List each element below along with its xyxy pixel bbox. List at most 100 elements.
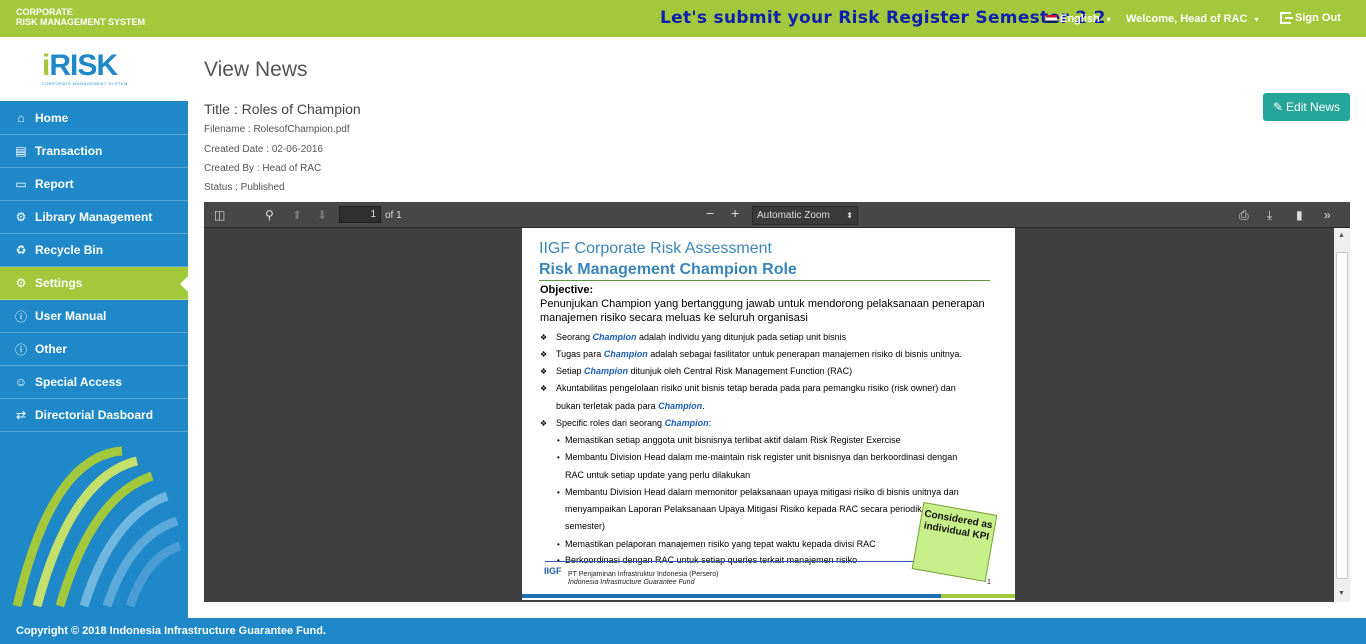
sidebar-item-label: Settings xyxy=(35,276,83,290)
logo-area: iRISK CORPORATE MANAGEMENT SYSTEM xyxy=(0,37,188,101)
sidebar-item-home[interactable]: ⌂ Home xyxy=(0,101,188,135)
sidebar-item-transaction[interactable]: ▤ Transaction xyxy=(0,135,188,168)
language-label: English xyxy=(1060,13,1100,25)
pdf-page: IIGF Corporate Risk Assessment Risk Mana… xyxy=(522,228,1015,600)
pdf-bullet-line: Seorang Champion adalah individu yang di… xyxy=(556,332,847,342)
pdf-heading-rule xyxy=(539,280,990,281)
sidebar-item-other[interactable]: ⓘ Other xyxy=(0,333,188,366)
sidebar-item-user-manual[interactable]: ⓘ User Manual xyxy=(0,300,188,333)
previous-page-icon[interactable]: ⬆ xyxy=(292,208,302,222)
book-icon: ▤ xyxy=(15,144,27,158)
pdf-vertical-scrollbar[interactable]: ▲ ▼ xyxy=(1334,228,1350,602)
pdf-bottom-bar xyxy=(522,594,1015,598)
pdf-bullet-line-continued: bukan terletak pada para Champion. xyxy=(556,401,705,411)
edit-news-label: Edit News xyxy=(1286,100,1341,114)
news-created-by: Created By : Head of RAC xyxy=(204,163,322,174)
logo-subtitle: CORPORATE MANAGEMENT SYSTEM xyxy=(42,81,128,86)
iigf-logo: IIGF xyxy=(544,566,562,576)
sidebar-item-label: Report xyxy=(35,177,74,191)
sidebar-item-label: Directorial Dasboard xyxy=(35,408,154,422)
recycle-icon: ♻ xyxy=(15,243,27,257)
pdf-page-number: 1 xyxy=(987,579,991,586)
diamond-bullet-icon: ❖ xyxy=(540,384,548,393)
download-icon[interactable]: ⤓ xyxy=(1267,208,1272,222)
sidebar-item-label: Transaction xyxy=(35,144,103,158)
pdf-sub-line: semester) xyxy=(565,521,606,531)
welcome-label: Welcome, Head of RAC xyxy=(1126,13,1248,25)
news-filename: Filename : RolesofChampion.pdf xyxy=(204,124,350,135)
brand-line-1: CORPORATE xyxy=(16,7,73,17)
gear-icon: ⚙ xyxy=(15,276,27,290)
print-icon[interactable]: ⎙ xyxy=(1239,208,1249,222)
sidebar-item-settings[interactable]: ⚙ Settings xyxy=(0,267,188,300)
pdf-toolbar: ◫ ⚲ ⬆ ⬇ 1 of 1 − + Automatic Zoom ⬍ ⎙ ⤓ … xyxy=(204,202,1350,228)
pdf-sub-line: RAC untuk setiap update yang perlu dilak… xyxy=(565,470,751,480)
home-icon: ⌂ xyxy=(17,110,25,125)
diamond-bullet-icon: ❖ xyxy=(540,367,548,376)
pdf-bullet-line: Akuntabilitas pengelolaan risiko unit bi… xyxy=(556,383,956,393)
zoom-in-button[interactable]: + xyxy=(731,206,739,220)
pdf-sub-line: Memastikan pelaporan manajemen risiko ya… xyxy=(565,539,876,549)
sign-out-button[interactable]: Sign Out xyxy=(1280,12,1341,24)
pdf-sub-line: menyampaikan Laporan Pelaksanaan Upaya M… xyxy=(565,504,941,514)
page-number-input[interactable]: 1 xyxy=(339,206,381,223)
pdf-bullet-line: Tugas para Champion adalah sebagai fasil… xyxy=(556,349,962,359)
pdf-heading-2: Risk Management Champion Role xyxy=(539,261,797,278)
search-icon[interactable]: ⚲ xyxy=(265,208,274,222)
pdf-objective-label: Objective: xyxy=(540,284,594,296)
announcement-text: Let's submit your Risk Register Semester… xyxy=(660,8,1106,28)
sidebar-item-label: Recycle Bin xyxy=(35,243,104,257)
pdf-sub-line: Berkoordinasi dengan RAC untuk setiap qu… xyxy=(565,555,858,565)
page-count: of 1 xyxy=(385,210,402,221)
irisk-logo[interactable]: iRISK CORPORATE MANAGEMENT SYSTEM xyxy=(42,49,128,87)
pdf-footer-company: PT Penjaminan Infrastruktur Indonesia (P… xyxy=(568,571,719,578)
pdf-heading-1: IIGF Corporate Risk Assessment xyxy=(539,240,772,257)
sidebar-item-label: User Manual xyxy=(35,309,107,323)
diamond-bullet-icon: ❖ xyxy=(540,419,548,428)
language-selector[interactable]: English ▾ xyxy=(1046,13,1111,25)
gear-icon: ⚙ xyxy=(15,210,27,224)
sidebar-item-directorial-dashboard[interactable]: ⇄ Directorial Dasboard xyxy=(0,399,188,432)
zoom-out-button[interactable]: − xyxy=(706,206,714,220)
scroll-down-icon[interactable]: ▼ xyxy=(1338,590,1345,597)
footer: Copyright © 2018 Indonesia Infrastructur… xyxy=(0,618,1366,644)
info-icon: ⓘ xyxy=(14,309,27,324)
pdf-footer-company-en: Indonesia Infrastructure Guarantee Fund xyxy=(568,579,695,586)
sidebar-item-recycle-bin[interactable]: ♻ Recycle Bin xyxy=(0,234,188,267)
dot-bullet-icon: • xyxy=(557,453,560,462)
bookmark-icon[interactable]: ▮ xyxy=(1296,208,1303,222)
logo-risk: RISK xyxy=(49,49,118,82)
news-created-date: Created Date : 02-06-2016 xyxy=(204,144,323,155)
brand-line-2: RISK MANAGEMENT SYSTEM xyxy=(16,17,146,27)
chevron-down-icon: ▾ xyxy=(1106,14,1111,24)
scroll-up-icon[interactable]: ▲ xyxy=(1338,232,1345,239)
dot-bullet-icon: • xyxy=(557,540,560,549)
user-menu[interactable]: Welcome, Head of RAC ▾ xyxy=(1126,13,1259,25)
page-title: View News xyxy=(204,58,308,81)
sidebar-item-special-access[interactable]: ☺ Special Access xyxy=(0,366,188,399)
tools-menu-icon[interactable]: » xyxy=(1324,208,1331,222)
chevron-down-icon: ▾ xyxy=(1254,15,1259,24)
info-icon: ⓘ xyxy=(14,342,27,357)
zoom-select[interactable]: Automatic Zoom ⬍ xyxy=(752,206,858,225)
pdf-objective-text: Penunjukan Champion yang bertanggung jaw… xyxy=(540,298,985,324)
zoom-select-value: Automatic Zoom xyxy=(757,210,830,221)
pdf-sub-line: Memastikan setiap anggota unit bisnisnya… xyxy=(565,435,901,445)
news-title: Title : Roles of Champion xyxy=(204,101,361,117)
news-status: Status : Published xyxy=(204,182,285,193)
top-bar: CORPORATE RISK MANAGEMENT SYSTEM Let's s… xyxy=(0,0,1366,37)
copyright-text: Copyright © 2018 Indonesia Infrastructur… xyxy=(16,625,327,637)
pdf-bullet-line: Specific roles dari seorang Champion: xyxy=(556,418,712,428)
next-page-icon[interactable]: ⬇ xyxy=(317,208,327,222)
sidebar-item-label: Special Access xyxy=(35,375,122,389)
pdf-sub-line: Membantu Division Head dalam me-maintain… xyxy=(565,452,958,462)
scrollbar-thumb[interactable] xyxy=(1336,252,1348,579)
exchange-icon: ⇄ xyxy=(15,408,27,422)
sidebar-item-report[interactable]: ▭ Report xyxy=(0,168,188,201)
pencil-icon: ✎ xyxy=(1272,100,1284,114)
dot-bullet-icon: • xyxy=(557,488,560,497)
sidebar-toggle-icon[interactable]: ◫ xyxy=(214,208,225,222)
edit-news-button[interactable]: ✎ Edit News xyxy=(1263,93,1350,121)
sidebar-item-library-management[interactable]: ⚙ Library Management xyxy=(0,201,188,234)
diamond-bullet-icon: ❖ xyxy=(540,350,548,359)
